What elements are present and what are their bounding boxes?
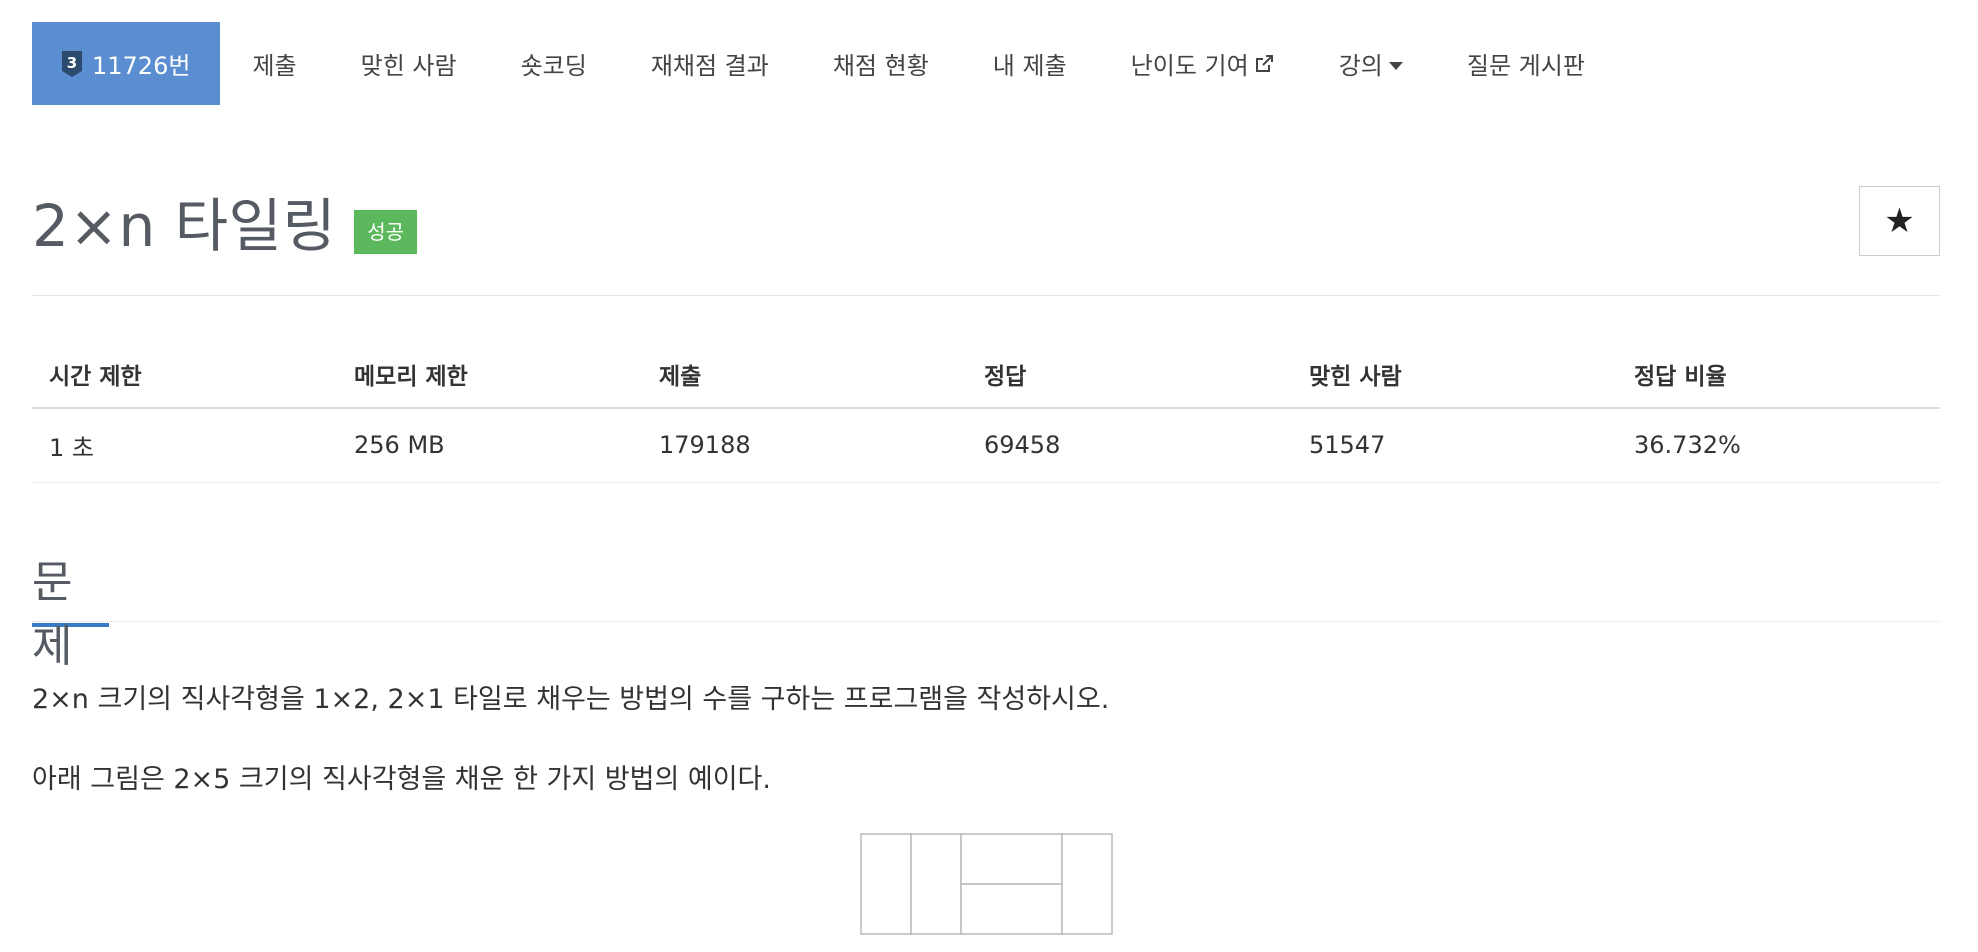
menu-solvers-label: 맞힌 사람 xyxy=(360,52,457,80)
menu-status-label: 채점 현황 xyxy=(832,52,929,80)
menu-my-submissions-label: 내 제출 xyxy=(992,52,1067,80)
info-value-row: 1 초 256 MB 179188 69458 51547 36.732% xyxy=(32,408,1940,483)
header-accepted: 정답 xyxy=(967,340,1292,409)
menu-difficulty-contribution[interactable]: 난이도 기여 xyxy=(1099,22,1307,105)
result-badge: 성공 xyxy=(354,210,418,254)
info-header-row: 시간 제한 메모리 제한 제출 정답 맞힌 사람 정답 비율 xyxy=(32,340,1940,409)
menu-status[interactable]: 채점 현황 xyxy=(801,22,961,105)
menu-question-board[interactable]: 질문 게시판 xyxy=(1435,22,1617,105)
menu-lectures-label: 강의 xyxy=(1338,52,1383,80)
tile-vertical-3 xyxy=(1061,833,1113,935)
menu-rejudge-results-label: 재채점 결과 xyxy=(650,52,769,80)
title-row: 2×n 타일링 성공 xyxy=(32,180,418,262)
problem-id-label: 11726번 xyxy=(92,52,191,80)
value-accepted: 69458 xyxy=(967,408,1292,483)
value-submissions: 179188 xyxy=(642,408,967,483)
favorite-star-button[interactable]: ★ xyxy=(1859,186,1940,256)
description-line-1: 2×n 크기의 직사각형을 1×2, 2×1 타일로 채우는 방법의 수를 구하… xyxy=(32,684,1110,715)
menu-question-board-label: 질문 게시판 xyxy=(1466,52,1585,80)
header-submissions: 제출 xyxy=(642,340,967,409)
menu-submit-label: 제출 xyxy=(252,52,297,80)
problem-menu: 3 11726번 제출 맞힌 사람 숏코딩 재채점 결과 채점 현황 내 제출 … xyxy=(32,22,1617,105)
header-solvers: 맞힌 사람 xyxy=(1292,340,1617,409)
tier-badge-icon: 3 xyxy=(60,49,84,79)
problem-description: 2×n 크기의 직사각형을 1×2, 2×1 타일로 채우는 방법의 수를 구하… xyxy=(32,678,1109,838)
caret-down-icon xyxy=(1388,61,1403,70)
value-time-limit: 1 초 xyxy=(32,408,337,483)
tile-horizontal-top xyxy=(960,833,1063,885)
menu-short-coding-label: 숏코딩 xyxy=(520,52,587,80)
header-memory-limit: 메모리 제한 xyxy=(337,340,642,409)
problem-section-header: 문제 xyxy=(32,540,1940,672)
menu-my-submissions[interactable]: 내 제출 xyxy=(961,22,1099,105)
description-line-2: 아래 그림은 2×5 크기의 직사각형을 채운 한 가지 방법의 예이다. xyxy=(32,764,771,795)
value-memory-limit: 256 MB xyxy=(337,408,642,483)
tiling-example-figure xyxy=(860,833,1114,935)
header-time-limit: 시간 제한 xyxy=(32,340,337,409)
menu-submit[interactable]: 제출 xyxy=(220,22,328,105)
menu-solvers[interactable]: 맞힌 사람 xyxy=(329,22,489,105)
star-icon: ★ xyxy=(1884,202,1915,240)
problem-title: 2×n 타일링 xyxy=(32,192,337,260)
tier-number: 3 xyxy=(67,54,77,72)
value-accept-ratio: 36.732% xyxy=(1617,408,1940,483)
external-link-icon xyxy=(1253,53,1275,75)
menu-difficulty-contribution-label: 난이도 기여 xyxy=(1130,52,1249,80)
problem-info-table: 시간 제한 메모리 제한 제출 정답 맞힌 사람 정답 비율 1 초 256 M… xyxy=(32,340,1940,483)
tile-vertical-1 xyxy=(860,833,912,935)
header-accept-ratio: 정답 비율 xyxy=(1617,340,1940,409)
tile-horizontal-bottom xyxy=(960,883,1063,935)
menu-rejudge-results[interactable]: 재채점 결과 xyxy=(619,22,801,105)
value-solvers: 51547 xyxy=(1292,408,1617,483)
menu-problem-id[interactable]: 3 11726번 xyxy=(32,22,221,105)
tiling-diagram xyxy=(860,833,1113,935)
problem-header: 2×n 타일링 성공 ★ xyxy=(32,180,1940,296)
menu-lectures-dropdown[interactable]: 강의 xyxy=(1307,22,1435,105)
tile-vertical-2 xyxy=(910,833,962,935)
menu-short-coding[interactable]: 숏코딩 xyxy=(489,22,619,105)
section-title: 문제 xyxy=(32,546,109,672)
